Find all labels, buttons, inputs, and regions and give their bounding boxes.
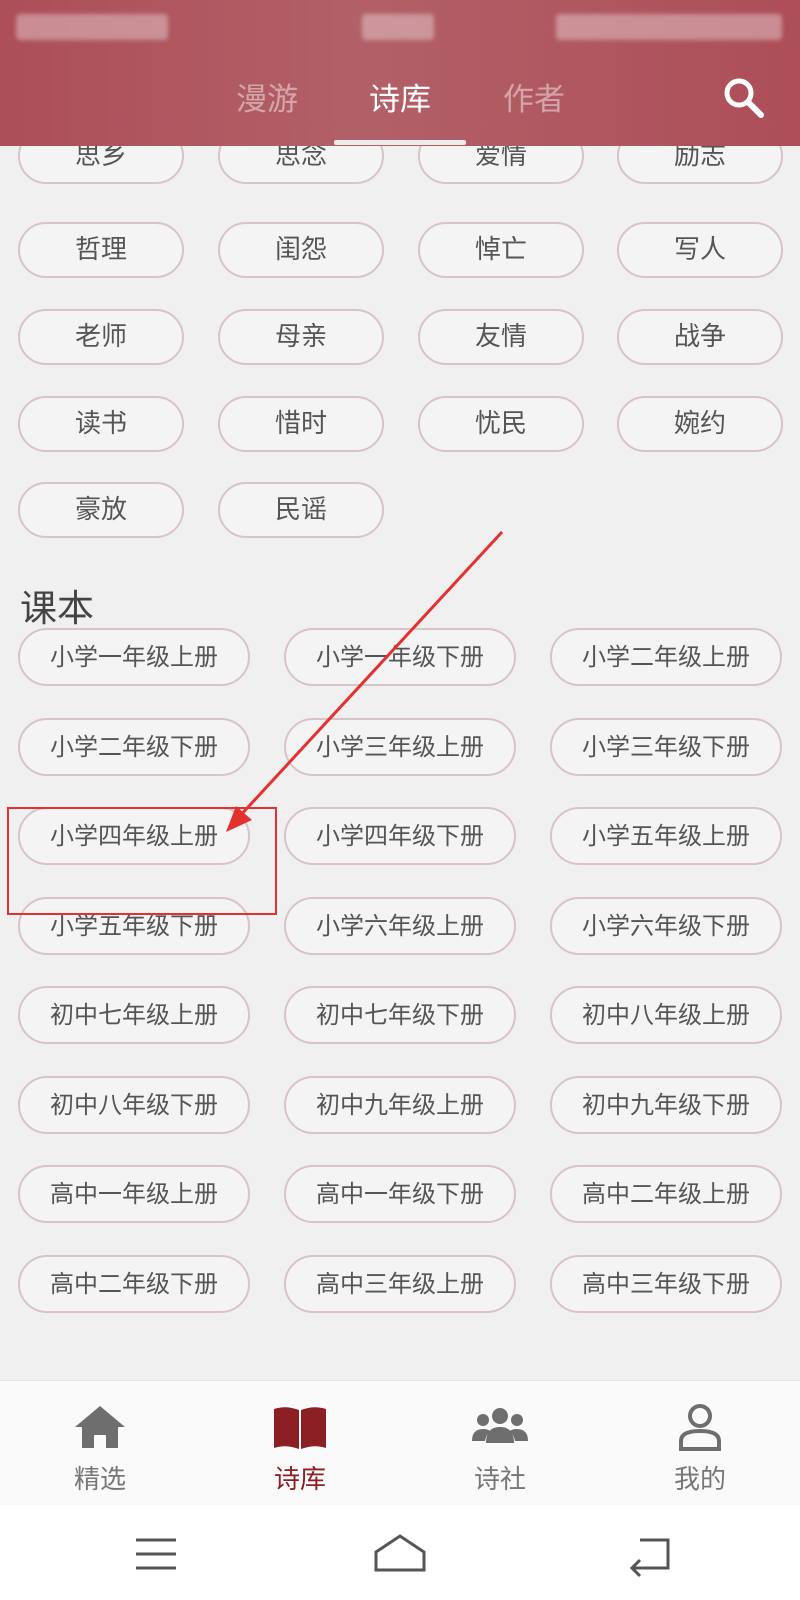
tag-chip[interactable]: 母亲 [218, 309, 384, 365]
nav-label: 精选 [73, 1465, 126, 1495]
tag-chip[interactable]: 励志 [617, 146, 783, 184]
textbook-chip[interactable]: 高中一年级上册 [18, 1165, 250, 1223]
status-bar-left-blurred [16, 14, 168, 40]
tag-chip[interactable]: 民谣 [218, 482, 384, 538]
textbook-chip[interactable]: 高中三年级上册 [284, 1255, 516, 1313]
tag-chip[interactable]: 思乡 [18, 146, 184, 184]
textbook-chip[interactable]: 高中二年级下册 [18, 1255, 250, 1313]
textbook-chip[interactable]: 初中八年级下册 [18, 1076, 250, 1134]
nav-item-library[interactable]: 诗库 [235, 1381, 365, 1507]
status-bar [0, 0, 800, 56]
tag-chip[interactable]: 老师 [18, 309, 184, 365]
textbook-chip[interactable]: 小学三年级上册 [284, 718, 516, 776]
textbook-chip[interactable]: 高中一年级下册 [284, 1165, 516, 1223]
search-icon [724, 78, 764, 118]
top-tabs: 漫游 诗库 作者 [0, 70, 800, 146]
textbook-chip[interactable]: 初中八年级上册 [550, 986, 782, 1044]
tag-chip[interactable]: 思念 [218, 146, 384, 184]
tag-chip[interactable]: 哲理 [18, 222, 184, 278]
tag-chip[interactable]: 友情 [418, 309, 584, 365]
textbook-chip[interactable]: 小学三年级下册 [550, 718, 782, 776]
nav-label: 我的 [673, 1465, 726, 1495]
textbook-chip[interactable]: 小学六年级上册 [284, 897, 516, 955]
nav-label: 诗社 [473, 1465, 526, 1495]
textbook-chip[interactable]: 小学一年级上册 [18, 628, 250, 686]
tag-chip[interactable]: 豪放 [18, 482, 184, 538]
section-title-textbook: 课本 [20, 587, 94, 630]
status-bar-right-blurred [556, 14, 782, 40]
system-nav-bar [0, 1506, 800, 1600]
back-icon[interactable] [622, 1530, 682, 1578]
active-tab-indicator [334, 140, 466, 145]
bottom-nav: 精选 诗库 诗社 我的 [0, 1380, 800, 1507]
textbook-chip[interactable]: 小学五年级上册 [550, 807, 782, 865]
tab-author[interactable]: 作者 [474, 78, 594, 122]
app-header: 漫游 诗库 作者 [0, 0, 800, 146]
tag-chip[interactable]: 读书 [18, 396, 184, 452]
nav-label: 诗库 [273, 1465, 326, 1495]
tag-chip[interactable]: 惜时 [218, 396, 384, 452]
home-icon [75, 1406, 125, 1448]
tag-chip[interactable]: 闺怨 [218, 222, 384, 278]
textbook-chip[interactable]: 小学一年级下册 [284, 628, 516, 686]
nav-item-poetry-club[interactable]: 诗社 [435, 1381, 565, 1507]
tag-chip[interactable]: 爱情 [418, 146, 584, 184]
app-screen: 漫游 诗库 作者 思乡 思念 爱情 励志 哲理 闺怨 悼亡 写人 老师 母亲 友… [0, 0, 800, 1600]
search-button[interactable] [720, 74, 768, 122]
tag-chip[interactable]: 战争 [617, 309, 783, 365]
textbook-chip[interactable]: 高中二年级上册 [550, 1165, 782, 1223]
library-content[interactable]: 思乡 思念 爱情 励志 哲理 闺怨 悼亡 写人 老师 母亲 友情 战争 读书 惜… [0, 146, 800, 1380]
user-icon [679, 1404, 721, 1451]
tag-chip[interactable]: 婉约 [617, 396, 783, 452]
textbook-chip[interactable]: 小学四年级下册 [284, 807, 516, 865]
nav-item-me[interactable]: 我的 [635, 1381, 765, 1507]
tag-chip[interactable]: 写人 [617, 222, 783, 278]
textbook-chip[interactable]: 小学二年级上册 [550, 628, 782, 686]
tab-roam[interactable]: 漫游 [207, 78, 327, 122]
textbook-chip[interactable]: 初中七年级上册 [18, 986, 250, 1044]
textbook-chip[interactable]: 初中九年级上册 [284, 1076, 516, 1134]
tag-chip[interactable]: 悼亡 [418, 222, 584, 278]
book-icon [274, 1407, 326, 1449]
textbook-chip[interactable]: 高中三年级下册 [550, 1255, 782, 1313]
textbook-chip[interactable]: 小学六年级下册 [550, 897, 782, 955]
system-home-icon[interactable] [370, 1530, 430, 1578]
tab-library[interactable]: 诗库 [340, 78, 460, 122]
annotation-highlight-box [7, 807, 277, 915]
nav-item-featured[interactable]: 精选 [35, 1381, 165, 1507]
textbook-chip[interactable]: 小学二年级下册 [18, 718, 250, 776]
textbook-chip[interactable]: 初中九年级下册 [550, 1076, 782, 1134]
group-icon [472, 1408, 528, 1443]
status-bar-center-blurred [362, 14, 434, 40]
menu-icon[interactable] [126, 1530, 186, 1578]
textbook-chip[interactable]: 初中七年级下册 [284, 986, 516, 1044]
tag-chip[interactable]: 忧民 [418, 396, 584, 452]
